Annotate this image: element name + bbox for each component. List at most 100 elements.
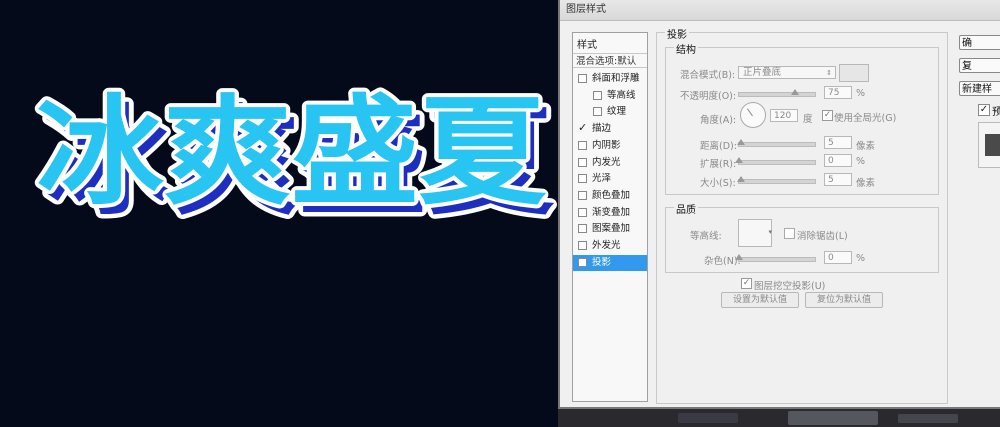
angle-dial[interactable]: [740, 102, 766, 128]
style-item[interactable]: 内阴影: [573, 138, 647, 154]
background-strip: [558, 409, 1000, 427]
structure-group: 结构 混合模式(B): 正片叠底 ⇕ 不透明度(O): 75 % 角度(A): …: [665, 41, 939, 195]
set-default-button[interactable]: 设置为默认值: [721, 292, 799, 308]
size-input[interactable]: 5: [824, 173, 852, 186]
title-artwork: 冰爽盛夏 冰爽盛夏 冰爽盛夏 冰爽盛夏: [32, 85, 560, 236]
blend-mode-label: 混合模式(B):: [680, 70, 736, 81]
opacity-slider[interactable]: [738, 92, 816, 97]
style-item-label: 投影: [592, 256, 612, 268]
style-item[interactable]: 等高线: [573, 88, 647, 104]
reset-button[interactable]: 复: [959, 58, 1000, 73]
style-item-checkbox[interactable]: [593, 90, 602, 100]
preview-swatch: [985, 134, 1000, 156]
size-slider[interactable]: [738, 179, 816, 184]
layer-style-dialog: 图层样式 样式 混合选项:默认 斜面和浮雕等高线纹理 ✓ 描边内阴影内发光光泽颜色叠…: [558, 0, 1000, 409]
drop-shadow-panel: 投影 结构 混合模式(B): 正片叠底 ⇕ 不透明度(O): 75 % 角度(A…: [656, 26, 948, 404]
style-item[interactable]: 外发光: [573, 238, 647, 254]
blend-mode-select[interactable]: 正片叠底 ⇕: [738, 66, 836, 79]
style-item-label: 纹理: [607, 106, 627, 118]
style-item-label: 光泽: [592, 173, 612, 185]
style-item[interactable]: 光泽: [573, 171, 647, 187]
style-item-checkbox[interactable]: [578, 174, 587, 184]
distance-slider[interactable]: [738, 142, 816, 147]
canvas-area: 冰爽盛夏 冰爽盛夏 冰爽盛夏 冰爽盛夏: [0, 0, 560, 427]
noise-unit: %: [856, 253, 866, 264]
opacity-unit: %: [856, 88, 866, 99]
global-light-label: 使用全局光(G): [834, 113, 897, 124]
distance-input[interactable]: 5: [824, 136, 852, 149]
spread-slider[interactable]: [738, 160, 816, 165]
styles-header: 样式: [577, 40, 597, 51]
style-item[interactable]: 颜色叠加: [573, 188, 647, 204]
opacity-label: 不透明度(O):: [680, 91, 737, 102]
spread-label: 扩展(R):: [700, 159, 737, 170]
reset-default-button[interactable]: 复位为默认值: [805, 292, 883, 308]
distance-unit: 像素: [856, 141, 876, 152]
style-item-checkbox[interactable]: [578, 257, 587, 267]
style-item-checkbox[interactable]: [578, 74, 587, 83]
style-item[interactable]: 渐变叠加: [573, 205, 647, 221]
drop-shadow-title: 投影: [665, 26, 689, 41]
style-item-checkbox[interactable]: [593, 107, 602, 117]
size-slider-thumb[interactable]: [737, 176, 745, 182]
style-item-label: 外发光: [592, 240, 621, 251]
distance-slider-thumb[interactable]: [737, 139, 745, 145]
preview-checkbox[interactable]: ✓: [978, 104, 990, 116]
knockout-label: 图层挖空投影(U): [754, 281, 826, 292]
spread-unit: %: [856, 156, 866, 167]
noise-slider[interactable]: [738, 257, 816, 262]
title-face-fill: 冰爽盛夏: [36, 85, 547, 221]
style-item-label: 渐变叠加: [592, 206, 631, 218]
style-item-label: 斜面和浮雕: [592, 73, 640, 84]
blend-mode-value: 正片叠底: [743, 67, 782, 78]
style-item-checkbox[interactable]: [578, 207, 587, 217]
knockout-checkbox[interactable]: ✓: [741, 278, 752, 289]
style-item-label: 等高线: [607, 89, 636, 101]
angle-input[interactable]: 120: [770, 109, 798, 122]
ok-button[interactable]: 确: [959, 35, 1000, 50]
size-unit: 像素: [856, 178, 876, 189]
shadow-color-swatch[interactable]: [839, 64, 869, 82]
new-style-button[interactable]: 新建样: [959, 81, 1000, 96]
dialog-titlebar[interactable]: 图层样式: [560, 0, 1000, 21]
style-item[interactable]: 图案叠加: [573, 221, 647, 237]
noise-slider-thumb[interactable]: [735, 254, 743, 260]
style-item-checkbox[interactable]: ✓: [578, 120, 587, 136]
style-item[interactable]: 纹理: [573, 104, 647, 120]
style-item-label: 描边: [592, 123, 612, 135]
style-item[interactable]: ✓ 描边: [573, 121, 647, 137]
blending-options-item[interactable]: 混合选项:默认: [573, 53, 647, 68]
angle-label: 角度(A):: [700, 115, 737, 126]
angle-unit: 度: [803, 114, 813, 125]
antialias-checkbox[interactable]: [784, 228, 795, 239]
preview-label: 预: [992, 107, 1000, 118]
opacity-slider-thumb[interactable]: [791, 89, 799, 95]
styles-list: 样式 混合选项:默认 斜面和浮雕等高线纹理 ✓ 描边内阴影内发光光泽颜色叠加渐变叠加…: [572, 32, 648, 402]
contour-picker[interactable]: ▾: [738, 219, 772, 247]
style-item-label: 内发光: [592, 156, 621, 168]
style-item-checkbox[interactable]: [578, 224, 587, 234]
dropdown-arrows-icon: ⇕: [826, 69, 832, 77]
angle-dial-needle: [746, 108, 753, 117]
quality-group: 品质 等高线: ▾ 消除锯齿(L) 杂色(N): 0 %: [665, 201, 939, 273]
size-label: 大小(S):: [700, 178, 736, 189]
style-item-checkbox[interactable]: [578, 190, 587, 200]
opacity-input[interactable]: 75: [824, 86, 852, 99]
noise-input[interactable]: 0: [824, 251, 852, 264]
style-item-checkbox[interactable]: [578, 241, 587, 250]
global-light-checkbox[interactable]: ✓: [822, 110, 833, 121]
spread-slider-thumb[interactable]: [735, 157, 743, 163]
style-item[interactable]: 投影: [573, 254, 647, 271]
spread-input[interactable]: 0: [824, 154, 852, 167]
style-item[interactable]: 斜面和浮雕: [573, 71, 647, 87]
style-item-checkbox[interactable]: [578, 140, 587, 150]
style-item-checkbox[interactable]: [578, 157, 587, 167]
preview-swatch-frame: [978, 122, 1000, 168]
antialias-label: 消除锯齿(L): [797, 231, 848, 242]
structure-title: 结构: [674, 41, 698, 56]
quality-title: 品质: [674, 201, 698, 216]
contour-label: 等高线:: [690, 231, 722, 242]
style-item-label: 颜色叠加: [592, 189, 631, 201]
distance-label: 距离(D):: [700, 141, 737, 152]
style-item[interactable]: 内发光: [573, 155, 647, 171]
